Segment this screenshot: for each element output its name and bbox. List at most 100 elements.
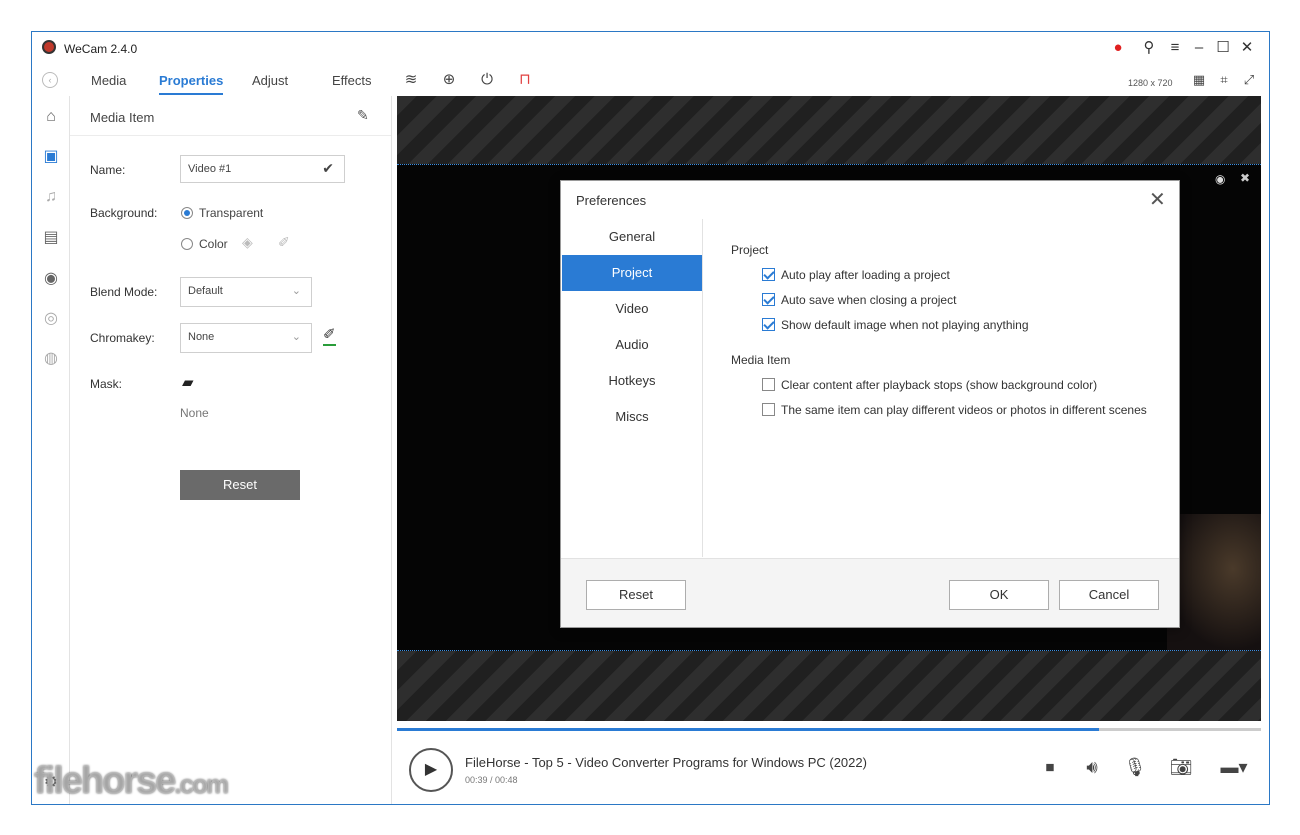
tab-effects[interactable]: Effects	[332, 73, 372, 88]
name-value: Video #1	[188, 163, 232, 175]
player-controls: ▶ FileHorse - Top 5 - Video Converter Pr…	[397, 732, 1269, 804]
panel-title: Media Item	[90, 110, 155, 125]
ok-button[interactable]: OK	[949, 580, 1049, 610]
chromakey-label: Chromakey:	[90, 331, 155, 345]
open-folder-icon[interactable]: ▰	[182, 373, 194, 391]
title-bar: WeCam 2.4.0 ● ⚲ ≡ – ☐ ✕	[32, 32, 1269, 64]
menu-icon[interactable]: ≡	[1166, 39, 1184, 57]
transparent-radio[interactable]	[181, 207, 193, 219]
confirm-check-icon[interactable]: ✔	[322, 160, 334, 177]
auto-save-label: Auto save when closing a project	[781, 293, 957, 307]
visibility-eye-icon[interactable]: ◉	[1215, 172, 1225, 186]
dialog-reset-button[interactable]: Reset	[586, 580, 686, 610]
dialog-footer: Reset OK Cancel	[561, 558, 1179, 627]
auto-play-checkbox[interactable]	[762, 268, 775, 281]
volume-icon[interactable]: 🔊︎	[1079, 754, 1105, 780]
power-icon[interactable]: ⏻	[477, 70, 497, 90]
canvas-background-top	[397, 96, 1261, 164]
layers-icon[interactable]: ≋	[401, 70, 421, 90]
music-icon[interactable]: ♫	[40, 186, 62, 208]
nav-video[interactable]: Video	[562, 291, 702, 327]
maximize-icon[interactable]: ☐	[1214, 39, 1232, 57]
chat-icon[interactable]: ●	[1109, 39, 1127, 57]
watermark-main: filehorse	[34, 760, 176, 802]
nav-general[interactable]: General	[562, 219, 702, 255]
add-icon[interactable]: ⊕	[439, 70, 459, 90]
same-item-label: The same item can play different videos …	[781, 403, 1147, 417]
section-media-title: Media Item	[731, 353, 791, 367]
skin-icon[interactable]: ⚲	[1140, 39, 1158, 57]
default-image-checkbox[interactable]	[762, 318, 775, 331]
eyedropper-icon[interactable]: ✐	[278, 234, 290, 251]
cancel-button[interactable]: Cancel	[1059, 580, 1159, 610]
name-label: Name:	[90, 163, 126, 177]
properties-panel: Media Item ✎ Name: Video #1 ✔ Background…	[70, 96, 392, 804]
canvas-background-bottom	[397, 651, 1261, 721]
mask-label: Mask:	[90, 377, 123, 391]
clear-content-label: Clear content after playback stops (show…	[781, 378, 1098, 392]
unlock-icon[interactable]: ⊓	[515, 70, 535, 90]
tab-media[interactable]: Media	[91, 73, 126, 88]
image-icon[interactable]: ▤	[40, 227, 62, 249]
fit-icon[interactable]: ⌗	[1214, 70, 1234, 90]
remove-layer-icon[interactable]: ✖	[1240, 171, 1250, 185]
minimize-icon[interactable]: –	[1190, 39, 1208, 57]
auto-play-label: Auto play after loading a project	[781, 268, 950, 282]
tab-adjust[interactable]: Adjust	[252, 73, 288, 88]
tabs-row: ‹ Media Properties Adjust Effects ≋ ⊕ ⏻ …	[32, 64, 1269, 96]
chevron-down-icon: ⌄	[291, 331, 301, 343]
filehorse-watermark: filehorse.com	[34, 760, 229, 803]
name-field[interactable]: Video #1 ✔	[180, 155, 345, 183]
same-item-checkbox[interactable]	[762, 403, 775, 416]
record-video-icon[interactable]: ▬▾	[1215, 754, 1253, 780]
video-icon[interactable]: ▣	[40, 146, 62, 168]
watermark-suffix: .com	[174, 769, 229, 799]
resolution-label: 1280 x 720	[1128, 78, 1173, 88]
stop-icon[interactable]: ⏹	[1037, 754, 1063, 780]
default-image-label: Show default image when not playing anyt…	[781, 318, 1029, 332]
panel-header: Media Item ✎	[70, 96, 391, 136]
playback-progress[interactable]	[397, 728, 1261, 731]
reset-button[interactable]: Reset	[180, 470, 300, 500]
blend-mode-label: Blend Mode:	[90, 285, 158, 299]
close-icon[interactable]: ✕	[1238, 39, 1256, 57]
home-icon[interactable]: ⌂	[40, 106, 62, 128]
nav-hotkeys[interactable]: Hotkeys	[562, 363, 702, 399]
section-project-title: Project	[731, 243, 769, 257]
fullscreen-icon[interactable]: ⤢	[1239, 70, 1259, 90]
chromakey-eyedropper-icon[interactable]: ✐	[323, 326, 336, 346]
blend-mode-select[interactable]: Default ⌄	[180, 277, 312, 307]
microphone-icon[interactable]: 🎙︎	[1122, 754, 1148, 780]
broadcast-icon[interactable]: ◍	[40, 348, 62, 370]
dialog-close-icon[interactable]: ✕	[1149, 187, 1166, 212]
clear-content-checkbox[interactable]	[762, 378, 775, 391]
edit-notes-icon[interactable]: ✎	[357, 107, 369, 124]
now-playing-title: FileHorse - Top 5 - Video Converter Prog…	[465, 755, 867, 770]
chromakey-select[interactable]: None ⌄	[180, 323, 312, 353]
nav-audio[interactable]: Audio	[562, 327, 702, 363]
back-icon[interactable]: ‹	[42, 72, 58, 88]
progress-fill	[397, 728, 1099, 731]
snapshot-icon[interactable]: ▦	[1189, 70, 1209, 90]
nav-miscs[interactable]: Miscs	[562, 399, 702, 435]
background-label: Background:	[90, 206, 158, 220]
app-title: WeCam 2.4.0	[64, 42, 138, 56]
camera-icon[interactable]: 📷︎	[1168, 754, 1194, 780]
app-logo-icon	[42, 40, 56, 54]
nav-project[interactable]: Project	[562, 255, 702, 291]
blend-mode-value: Default	[188, 285, 223, 297]
auto-save-checkbox[interactable]	[762, 293, 775, 306]
dialog-title: Preferences	[576, 193, 647, 208]
preferences-dialog: Preferences ✕ General Project Video Audi…	[560, 180, 1180, 628]
webcam-icon[interactable]: ◉	[40, 268, 62, 290]
fill-bucket-icon[interactable]: ◈	[242, 234, 253, 251]
now-playing-time: 00:39 / 00:48	[465, 775, 518, 785]
camera-alt-icon[interactable]: ◎	[40, 308, 62, 330]
mask-value: None	[180, 406, 209, 420]
play-button[interactable]: ▶	[409, 748, 453, 792]
tab-properties[interactable]: Properties	[159, 73, 224, 95]
color-radio-label: Color	[199, 237, 228, 251]
left-sidebar: ⌂ ▣ ♫ ▤ ◉ ◎ ◍ ⚙	[32, 96, 70, 804]
color-radio[interactable]	[181, 238, 193, 250]
chevron-down-icon: ⌄	[291, 285, 301, 297]
